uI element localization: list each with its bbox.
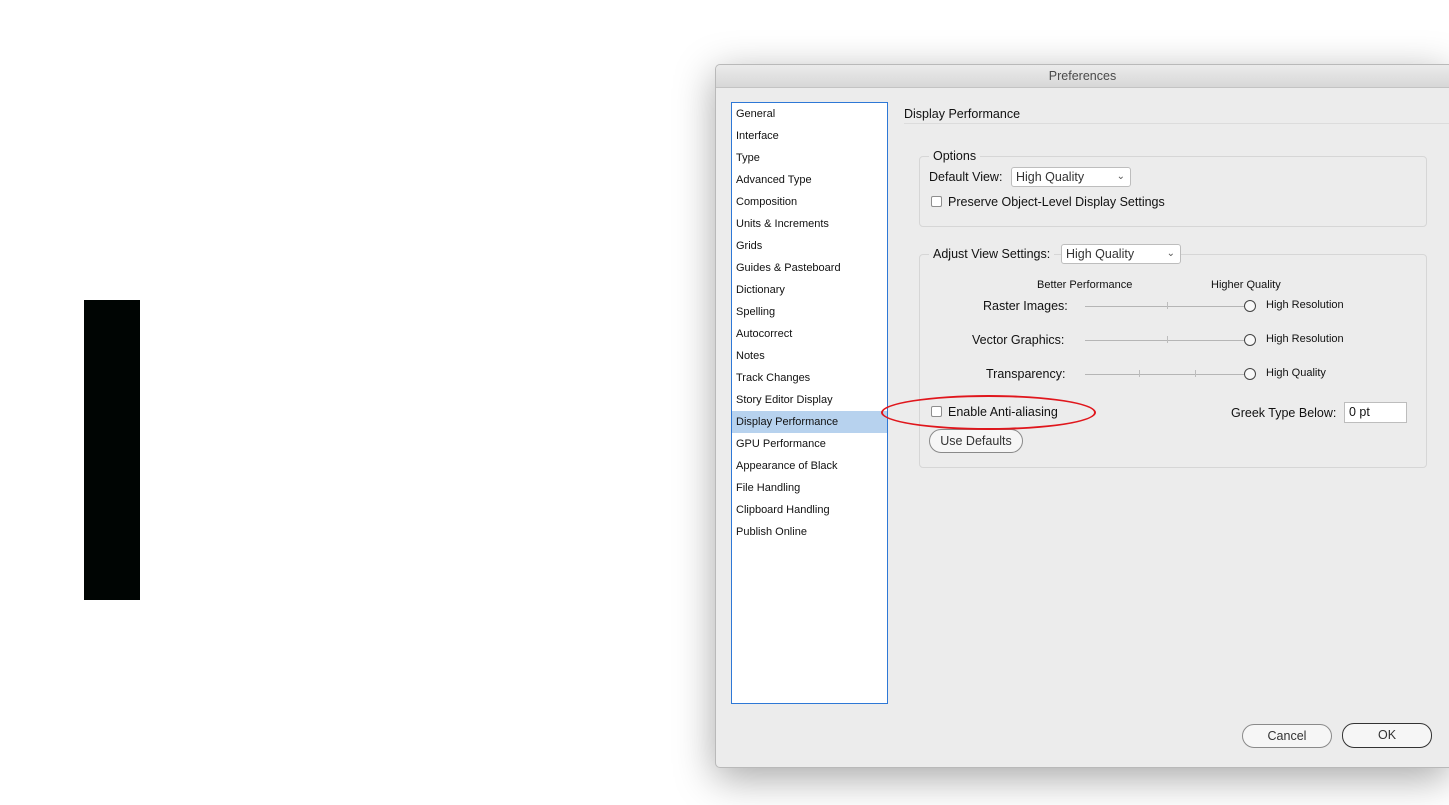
default-view-label: Default View: bbox=[929, 170, 1003, 184]
transparency-value: High Quality bbox=[1266, 367, 1326, 379]
preserve-display-settings-checkbox[interactable] bbox=[931, 196, 942, 207]
sidebar-item-dictionary[interactable]: Dictionary bbox=[732, 279, 887, 301]
sidebar-item-track-changes[interactable]: Track Changes bbox=[732, 367, 887, 389]
greek-type-below-input[interactable]: 0 pt bbox=[1344, 402, 1407, 423]
default-view-value: High Quality bbox=[1016, 170, 1085, 184]
slider-tick bbox=[1195, 370, 1196, 377]
adjust-view-settings-legend: Adjust View Settings: bbox=[929, 247, 1055, 261]
sidebar-item-publish-online[interactable]: Publish Online bbox=[732, 521, 887, 543]
ok-button[interactable]: OK bbox=[1342, 723, 1432, 748]
adjust-view-settings-value: High Quality bbox=[1066, 247, 1135, 261]
section-divider bbox=[904, 123, 1449, 124]
vector-graphics-slider-knob[interactable] bbox=[1244, 334, 1256, 346]
sidebar-item-advanced-type[interactable]: Advanced Type bbox=[732, 169, 887, 191]
raster-images-slider-knob[interactable] bbox=[1244, 300, 1256, 312]
sidebar-item-gpu-performance[interactable]: GPU Performance bbox=[732, 433, 887, 455]
default-view-select[interactable]: High Quality ⌄ bbox=[1011, 167, 1131, 187]
vector-graphics-label: Vector Graphics: bbox=[972, 333, 1065, 347]
options-group bbox=[919, 156, 1427, 227]
slider-tick bbox=[1167, 336, 1168, 343]
adjust-view-settings-select[interactable]: High Quality ⌄ bbox=[1061, 244, 1181, 264]
chevron-down-icon: ⌄ bbox=[1166, 248, 1175, 259]
page-title: Display Performance bbox=[904, 107, 1021, 121]
sidebar-item-interface[interactable]: Interface bbox=[732, 125, 887, 147]
transparency-slider-track[interactable] bbox=[1085, 374, 1247, 375]
sidebar-item-story-editor-display[interactable]: Story Editor Display bbox=[732, 389, 887, 411]
sidebar-item-type[interactable]: Type bbox=[732, 147, 887, 169]
better-performance-label: Better Performance bbox=[1037, 279, 1133, 291]
sidebar-item-display-performance[interactable]: Display Performance bbox=[732, 411, 887, 433]
sidebar-item-composition[interactable]: Composition bbox=[732, 191, 887, 213]
sidebar-item-clipboard-handling[interactable]: Clipboard Handling bbox=[732, 499, 887, 521]
sidebar-item-general[interactable]: General bbox=[732, 103, 887, 125]
sidebar-item-guides-pasteboard[interactable]: Guides & Pasteboard bbox=[732, 257, 887, 279]
transparency-label: Transparency: bbox=[986, 367, 1066, 381]
window-title: Preferences bbox=[1048, 69, 1117, 83]
transparency-slider-knob[interactable] bbox=[1244, 368, 1256, 380]
slider-tick bbox=[1167, 302, 1168, 309]
raster-images-value: High Resolution bbox=[1266, 299, 1344, 311]
preferences-category-list[interactable]: General Interface Type Advanced Type Com… bbox=[731, 102, 888, 704]
sidebar-item-appearance-of-black[interactable]: Appearance of Black bbox=[732, 455, 887, 477]
sidebar-item-notes[interactable]: Notes bbox=[732, 345, 887, 367]
higher-quality-label: Higher Quality bbox=[1211, 279, 1281, 291]
use-defaults-button[interactable]: Use Defaults bbox=[929, 429, 1023, 453]
vector-graphics-value: High Resolution bbox=[1266, 333, 1344, 345]
sidebar-item-grids[interactable]: Grids bbox=[732, 235, 887, 257]
vector-graphics-slider-track[interactable] bbox=[1085, 340, 1247, 341]
sidebar-item-units-increments[interactable]: Units & Increments bbox=[732, 213, 887, 235]
raster-images-slider-track[interactable] bbox=[1085, 306, 1247, 307]
chevron-down-icon: ⌄ bbox=[1116, 171, 1125, 182]
title-bar[interactable]: Preferences bbox=[716, 65, 1449, 88]
preserve-display-settings-label: Preserve Object-Level Display Settings bbox=[948, 195, 1165, 209]
sidebar-item-file-handling[interactable]: File Handling bbox=[732, 477, 887, 499]
sidebar-item-spelling[interactable]: Spelling bbox=[732, 301, 887, 323]
slider-tick bbox=[1139, 370, 1140, 377]
sidebar-item-autocorrect[interactable]: Autocorrect bbox=[732, 323, 887, 345]
options-legend: Options bbox=[929, 149, 981, 163]
cancel-button[interactable]: Cancel bbox=[1242, 724, 1332, 748]
greek-type-below-label: Greek Type Below: bbox=[1231, 406, 1337, 420]
raster-images-label: Raster Images: bbox=[983, 299, 1068, 313]
black-sidebar-bar bbox=[84, 300, 140, 600]
annotation-ellipse bbox=[881, 395, 1096, 430]
